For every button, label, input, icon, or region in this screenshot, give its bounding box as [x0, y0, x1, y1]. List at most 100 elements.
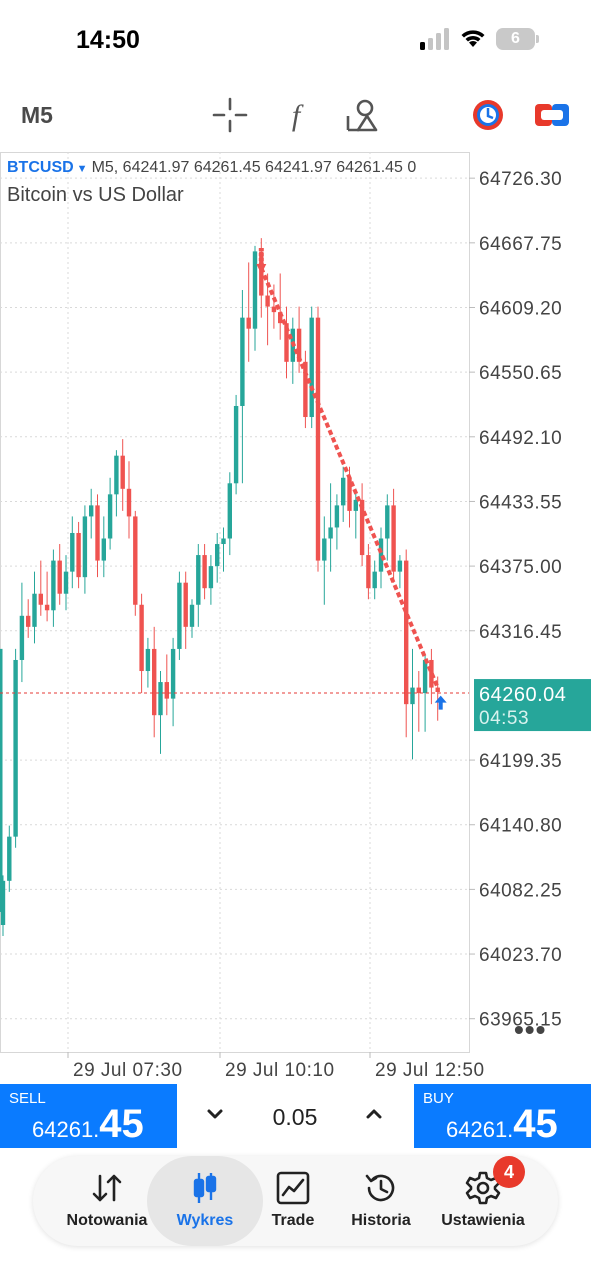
candle-body [139, 604, 144, 672]
candle-body [152, 648, 157, 716]
price-axis-label: 64082.25 [479, 880, 562, 901]
candle-body [221, 538, 226, 545]
candle-body [82, 516, 88, 578]
candle-body [183, 582, 188, 627]
price-axis-label: 64726.30 [479, 169, 562, 190]
status-bar: 14:50 6 [0, 0, 591, 80]
symbol-description: Bitcoin vs US Dollar [7, 184, 184, 206]
nav-history[interactable]: Historia [338, 1156, 424, 1246]
nav-quotes[interactable]: Notowania [55, 1156, 159, 1246]
price-axis-label: 64199.35 [479, 751, 562, 772]
candle-body [328, 527, 333, 539]
candle-body [246, 317, 251, 329]
candle-body [189, 604, 195, 627]
chevron-down-icon[interactable] [196, 1098, 234, 1132]
price-axis-label: 64316.45 [479, 622, 562, 643]
lot-size[interactable]: 0.05 [250, 1104, 340, 1131]
candle-body [334, 505, 340, 528]
buy-button[interactable]: BUY 64261.45 [414, 1084, 591, 1148]
candle-body [170, 648, 176, 699]
price-chart[interactable]: 64726.30 64667.75 64609.20 64550.65 64492.10… [0, 152, 591, 1082]
candle-body [51, 560, 56, 611]
candle-body [63, 571, 69, 594]
history-icon [365, 1174, 395, 1202]
sell-button[interactable]: SELL 64261.45 [0, 1084, 177, 1148]
trade-chart-icon [276, 1171, 310, 1205]
candle-body [391, 505, 396, 572]
candle-body [397, 560, 403, 572]
candle-body [7, 836, 12, 881]
candle-body [196, 555, 201, 605]
candle-body [240, 317, 245, 406]
price-axis-label: 64550.65 [479, 363, 562, 384]
candle-body [215, 544, 220, 567]
price-axis-label: 64492.10 [479, 428, 562, 449]
time-axis-label: 29 Jul 07:30 [73, 1060, 183, 1081]
price-axis-label: 64433.55 [479, 492, 562, 513]
nav-chart[interactable]: Wykres [147, 1156, 263, 1246]
price-axis-label: 64667.75 [479, 234, 562, 255]
candle-body [252, 251, 258, 329]
indicator-f-icon[interactable]: f [277, 96, 315, 134]
svg-text:f: f [292, 99, 304, 132]
candle-body [44, 604, 50, 611]
candle-body [208, 566, 214, 589]
candle-body [435, 687, 440, 692]
candle-body [145, 648, 151, 672]
buy-price: 64261.45 [446, 1102, 558, 1146]
candle-body [164, 682, 169, 699]
nav-trade[interactable]: Trade [255, 1156, 331, 1246]
nav-quotes-label: Notowania [66, 1212, 148, 1229]
candle-body [114, 455, 119, 495]
candle-body [322, 538, 327, 561]
ohlc-info: M5, 64241.97 64261.45 64241.97 64261.45 … [91, 159, 417, 176]
candle-body [13, 659, 18, 837]
candle-body [126, 488, 132, 517]
candle-body [95, 505, 100, 561]
current-price-value: 64260.04 [479, 684, 566, 706]
more-options-icon[interactable]: ••• [514, 1014, 546, 1046]
candle-body [271, 306, 277, 313]
chart-toolbar: M5 f [0, 88, 591, 142]
crosshair-icon[interactable] [211, 96, 249, 134]
account-switch-icon[interactable] [469, 96, 507, 134]
candle-body [107, 494, 113, 539]
objects-icon[interactable] [343, 96, 381, 134]
battery-icon: 6 [496, 28, 540, 50]
candle-body [372, 571, 377, 589]
time-axis-label: 29 Jul 12:50 [375, 1060, 485, 1081]
trade-toggle-icon[interactable] [533, 96, 571, 134]
candle-body [19, 615, 25, 660]
nav-trade-label: Trade [271, 1212, 315, 1229]
candle-body [38, 593, 43, 605]
candle-body [177, 582, 182, 649]
candle-body [410, 687, 415, 705]
candle-body [404, 560, 409, 705]
chevron-up-icon[interactable] [355, 1098, 393, 1132]
timeframe-selector[interactable]: M5 [21, 102, 53, 129]
symbol-label[interactable]: BTCUSD [7, 159, 74, 176]
symbol-dropdown-icon[interactable]: ▼ [77, 163, 88, 175]
one-click-trade-bar: SELL 64261.45 0.05 BUY 64261.45 [0, 1084, 591, 1148]
candle-body [57, 560, 62, 594]
candle-body [416, 687, 421, 694]
price-axis-label: 64375.00 [479, 557, 562, 578]
candle-body [233, 405, 239, 484]
candle-body [422, 659, 428, 694]
candle-body [378, 538, 384, 572]
candle-body [0, 880, 6, 926]
plot-frame [0, 152, 470, 1053]
battery-level: 6 [511, 30, 520, 47]
nav-settings-label: Ustawienia [441, 1212, 525, 1229]
candle-body [133, 516, 138, 605]
time-axis-label: 29 Jul 10:10 [225, 1060, 335, 1081]
chart-canvas[interactable]: 64726.30 64667.75 64609.20 64550.65 64492.10… [0, 152, 591, 1082]
bottom-navigation: Notowania Wykres Trade Historia Ustawien… [33, 1156, 558, 1246]
candle-body [341, 477, 346, 506]
candle-body [76, 532, 81, 578]
signal-icon [420, 28, 449, 50]
bar-countdown: 04:53 [479, 708, 529, 729]
nav-history-label: Historia [351, 1212, 411, 1229]
price-axis-label: 64140.80 [479, 816, 562, 837]
candle-body [385, 505, 390, 539]
